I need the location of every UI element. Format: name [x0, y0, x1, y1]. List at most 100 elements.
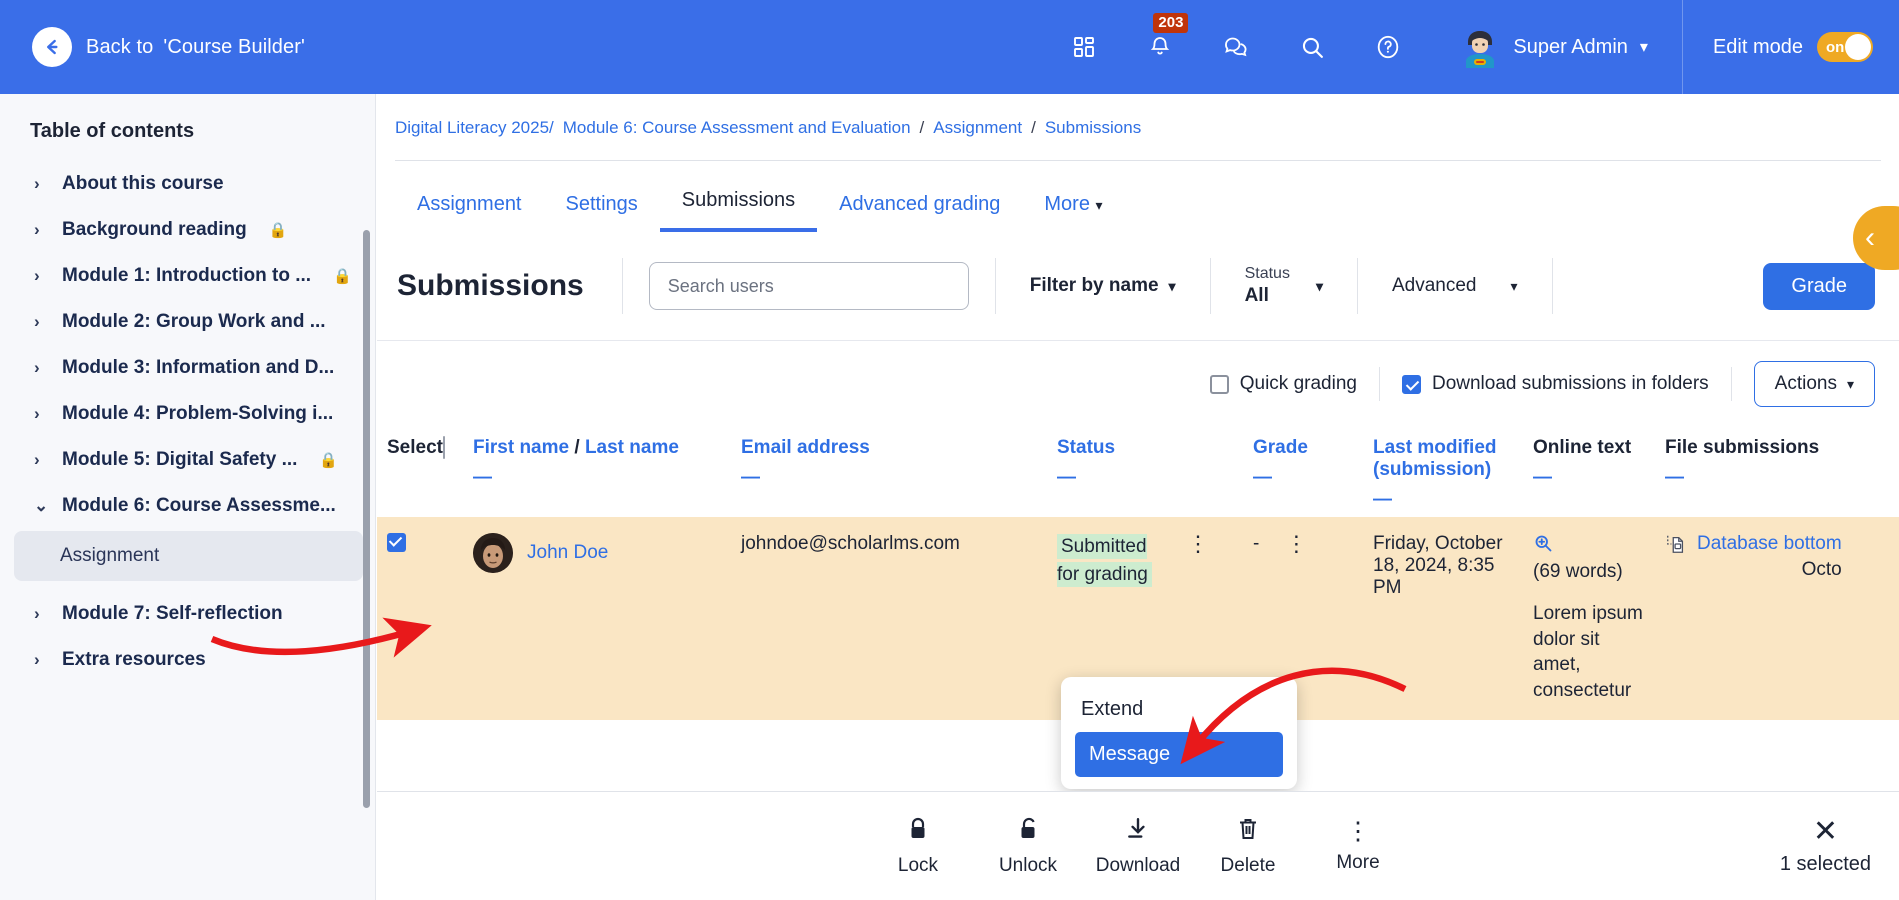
- file-document-icon: [1665, 533, 1687, 561]
- column-status-label[interactable]: Status: [1057, 437, 1115, 458]
- search-users-box[interactable]: [648, 262, 969, 310]
- sidebar-item-module-4[interactable]: › Module 4: Problem-Solving i...: [0, 391, 375, 437]
- quick-grading-checkbox-wrapper[interactable]: Quick grading: [1188, 373, 1379, 395]
- sidebar-item-label: About this course: [62, 173, 224, 194]
- back-target: 'Course Builder': [163, 35, 305, 58]
- kebab-menu-icon: ⋮: [1345, 816, 1371, 845]
- column-last-name-link[interactable]: Last name: [585, 437, 679, 458]
- sidebar-item-background-reading[interactable]: › Background reading 🔒: [0, 207, 375, 253]
- search-icon[interactable]: [1295, 30, 1329, 64]
- tab-settings[interactable]: Settings: [544, 179, 660, 232]
- page-title-table-of-contents: Table of contents: [30, 120, 195, 142]
- sidebar-item-extra-resources[interactable]: › Extra resources: [0, 637, 375, 683]
- quick-grading-checkbox[interactable]: [1209, 374, 1229, 394]
- tab-assignment[interactable]: Assignment: [395, 179, 544, 232]
- column-email-label[interactable]: Email address: [741, 437, 870, 458]
- search-input[interactable]: [665, 274, 952, 298]
- sort-indicator[interactable]: —: [741, 467, 1037, 489]
- column-grade[interactable]: Grade —: [1243, 427, 1363, 517]
- cell-select[interactable]: [377, 517, 463, 720]
- user-name-link[interactable]: John Doe: [527, 542, 608, 564]
- help-question-icon[interactable]: [1371, 30, 1405, 64]
- sort-indicator[interactable]: —: [473, 467, 721, 489]
- sidebar-item-module-5[interactable]: › Module 5: Digital Safety ... 🔒: [0, 437, 375, 483]
- sidebar-item-assignment[interactable]: Assignment: [14, 531, 363, 581]
- chevron-down-icon: ▾: [1315, 277, 1323, 294]
- notifications-bell-icon[interactable]: 203: [1143, 13, 1189, 64]
- sidebar-item-module-3[interactable]: › Module 3: Information and D...: [0, 345, 375, 391]
- bulk-action-lock[interactable]: Lock: [863, 816, 973, 877]
- sidebar-item-about-this-course[interactable]: › About this course: [0, 161, 375, 207]
- submissions-options-bar: Quick grading Download submissions in fo…: [377, 341, 1899, 427]
- bulk-action-unlock[interactable]: Unlock: [973, 816, 1083, 877]
- bulk-action-delete[interactable]: Delete: [1193, 816, 1303, 877]
- breadcrumb-page[interactable]: Submissions: [1045, 118, 1141, 138]
- sidebar-scrollbar[interactable]: [363, 230, 370, 808]
- lock-icon: 🔒: [319, 452, 339, 469]
- lock-icon: 🔒: [333, 268, 352, 285]
- edit-mode-toggle[interactable]: on: [1817, 32, 1873, 62]
- cell-last-modified: Friday, October 18, 2024, 8:35 PM: [1363, 517, 1523, 720]
- select-all-checkbox[interactable]: [442, 436, 445, 459]
- tab-submissions[interactable]: Submissions: [659, 175, 818, 232]
- download-folders-checkbox-wrapper[interactable]: Download submissions in folders: [1380, 373, 1731, 395]
- online-text-word-count: (69 words): [1533, 561, 1623, 582]
- zoom-in-icon[interactable]: [1533, 535, 1553, 558]
- grade-kebab-menu-icon[interactable]: ⋮: [1285, 533, 1307, 555]
- breadcrumb-activity[interactable]: Assignment: [933, 118, 1022, 138]
- bulk-action-more[interactable]: ⋮ More: [1303, 816, 1413, 874]
- grade-button[interactable]: Grade: [1763, 262, 1875, 310]
- tab-advanced-grading[interactable]: Advanced grading: [817, 179, 1022, 232]
- breadcrumb-divider: [395, 160, 1881, 161]
- chevron-down-icon: ▾: [1846, 375, 1854, 392]
- sidebar-item-module-6[interactable]: ⌄ Module 6: Course Assessme...: [0, 483, 375, 529]
- column-first-name-link[interactable]: First name: [473, 437, 569, 458]
- submissions-toolbar: Submissions Filter by name ▾ Status All …: [377, 232, 1899, 341]
- activity-tabs: Assignment Settings Submissions Advanced…: [377, 175, 1899, 232]
- back-to-course-builder-button[interactable]: Back to 'Course Builder': [0, 27, 305, 67]
- column-email[interactable]: Email address —: [731, 427, 1047, 517]
- chevron-right-icon: ›: [34, 604, 40, 623]
- sort-indicator[interactable]: —: [1057, 467, 1233, 489]
- status-dropdown[interactable]: Status All ▾: [1211, 265, 1357, 307]
- dashboard-grid-icon[interactable]: [1067, 30, 1101, 64]
- page-title: Submissions: [397, 269, 584, 302]
- column-last-modified-label[interactable]: Last modified (submission): [1373, 437, 1497, 480]
- sidebar-item-module-2[interactable]: › Module 2: Group Work and ...: [0, 299, 375, 345]
- user-menu[interactable]: Super Admin ▾: [1459, 26, 1648, 68]
- chevron-right-icon: ›: [34, 220, 40, 239]
- breadcrumb-module[interactable]: Module 6: Course Assessment and Evaluati…: [563, 118, 911, 138]
- status-kebab-menu-icon[interactable]: ⋮: [1187, 533, 1209, 555]
- status-label: Status: [1244, 265, 1290, 282]
- chevron-left-icon: ‹: [1865, 221, 1875, 254]
- breadcrumb-course[interactable]: Digital Literacy 2025/: [395, 118, 554, 138]
- column-grade-label[interactable]: Grade: [1253, 437, 1308, 458]
- filter-by-name-dropdown[interactable]: Filter by name ▾: [996, 275, 1210, 297]
- column-status[interactable]: Status —: [1047, 427, 1243, 517]
- file-submission-link[interactable]: Database bottom: [1697, 533, 1842, 554]
- sort-indicator[interactable]: —: [1373, 489, 1513, 511]
- messages-bubbles-icon[interactable]: [1219, 30, 1253, 64]
- menu-item-message[interactable]: Message: [1075, 732, 1283, 777]
- avatar: [1459, 26, 1501, 68]
- chevron-right-icon: ›: [34, 650, 40, 669]
- close-icon[interactable]: ✕: [1813, 817, 1838, 847]
- row-select-checkbox[interactable]: [387, 533, 406, 552]
- column-name[interactable]: First name / Last name —: [463, 427, 731, 517]
- advanced-dropdown[interactable]: Advanced ▾: [1358, 275, 1552, 297]
- edit-mode-control[interactable]: Edit mode on: [1683, 32, 1899, 62]
- column-last-modified[interactable]: Last modified (submission) —: [1363, 427, 1523, 517]
- sort-indicator[interactable]: —: [1665, 467, 1889, 489]
- sidebar-item-label: Module 2: Group Work and ...: [62, 311, 326, 332]
- tab-more[interactable]: More ▾: [1022, 179, 1124, 232]
- actions-button[interactable]: Actions ▾: [1753, 361, 1875, 407]
- download-folders-checkbox[interactable]: [1401, 374, 1421, 394]
- sort-indicator[interactable]: —: [1533, 467, 1645, 489]
- back-label: Back to: [86, 35, 154, 58]
- sidebar-item-module-7[interactable]: › Module 7: Self-reflection: [0, 591, 375, 637]
- sidebar-item-module-1[interactable]: › Module 1: Introduction to ... 🔒: [0, 253, 375, 299]
- bulk-action-download[interactable]: Download: [1083, 816, 1193, 877]
- menu-item-extend[interactable]: Extend: [1061, 687, 1297, 732]
- sort-indicator[interactable]: —: [1253, 467, 1353, 489]
- edit-mode-state: on: [1826, 38, 1845, 56]
